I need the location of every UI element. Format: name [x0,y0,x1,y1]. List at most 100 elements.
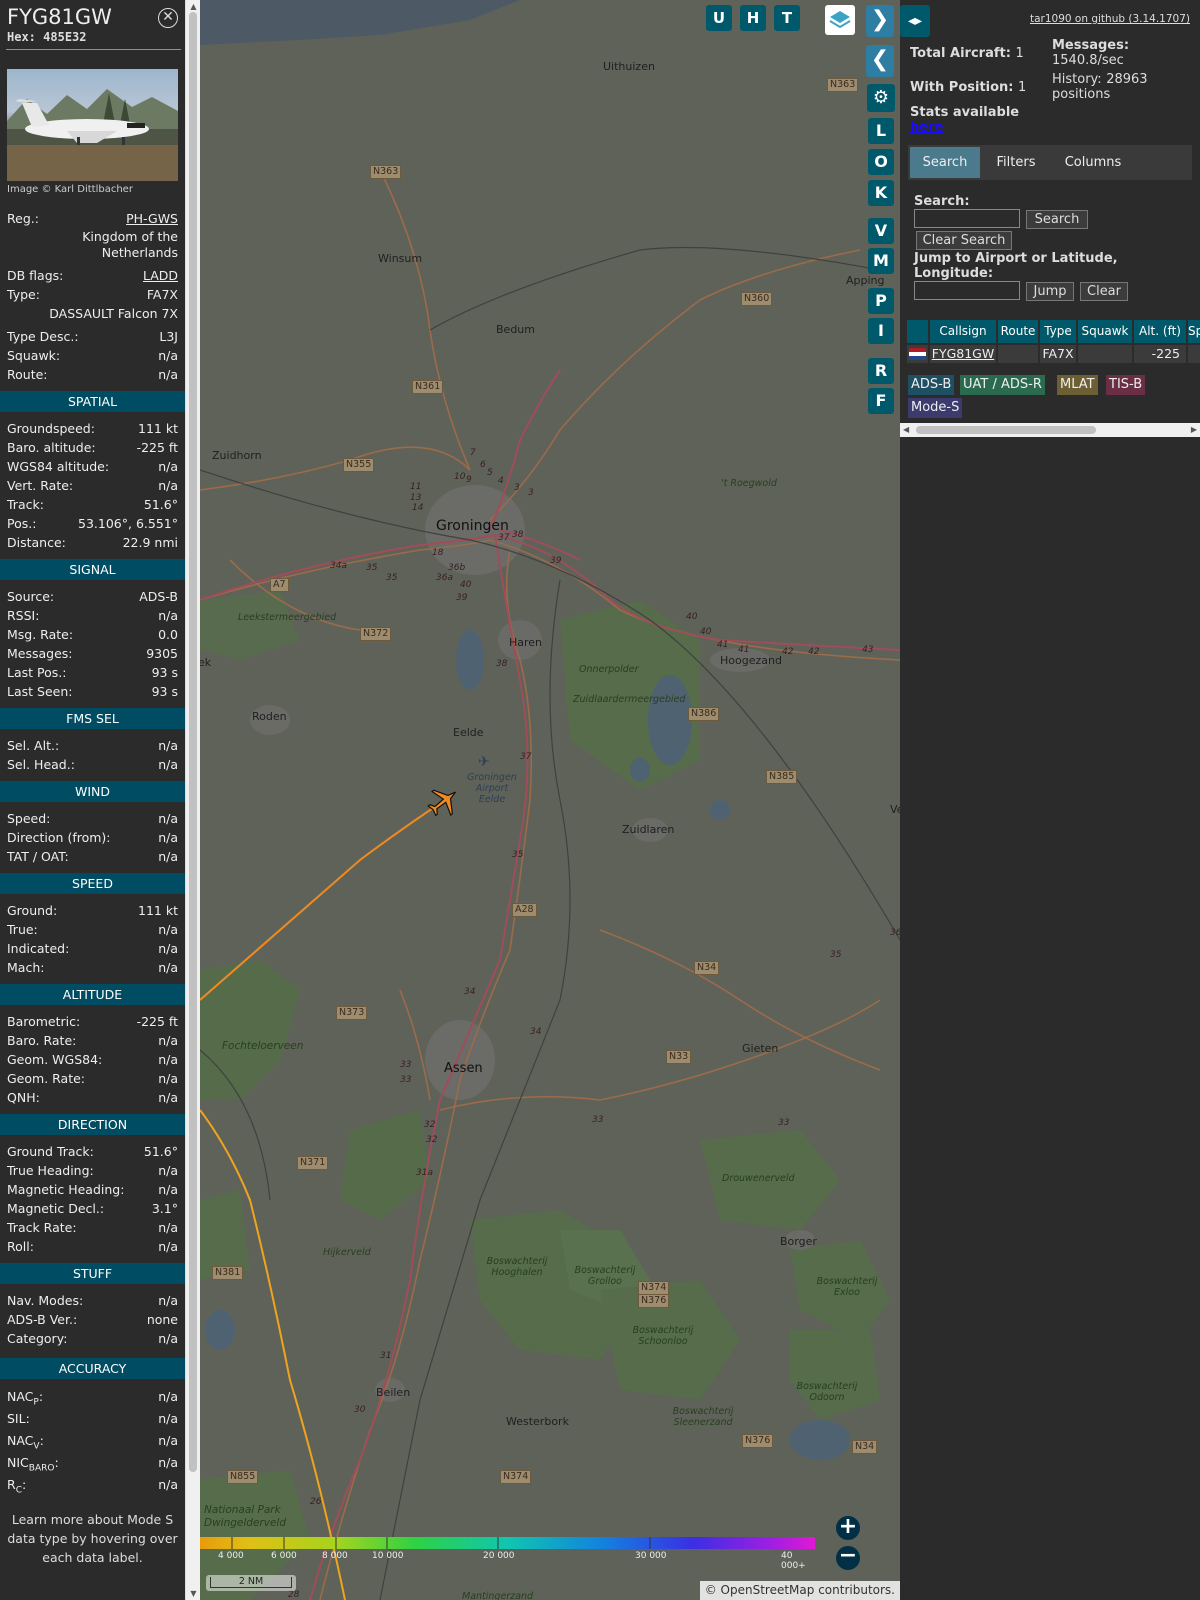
map-view[interactable]: Uithuizen Winsum Bedum Zuidhorn Groninge… [200,0,900,1600]
stuff-label: ADS-B Ver.: [7,1312,78,1327]
scrollbar-thumb[interactable] [189,12,197,1472]
junction-number: 31 [380,1351,392,1361]
column-header-squawk[interactable]: Squawk [1078,320,1132,343]
jump-label: Jump to Airport or Latitude, Longitude: [914,251,1118,281]
map-button-u[interactable]: U [706,5,732,31]
github-link[interactable]: tar1090 on github (3.14.1707) [1030,13,1190,25]
junction-number: 33 [592,1115,604,1125]
spatial-value: -225 ft [136,440,178,455]
map-button-f[interactable]: F [868,388,894,414]
clear-search-button[interactable]: Clear Search [916,231,1012,250]
dbflags-link[interactable]: LADD [143,266,178,285]
aircraft-photo-image [7,89,178,181]
jump-button[interactable]: Jump [1026,282,1074,301]
altitude-value: n/a [158,1071,178,1086]
typedesc-value: L3J [159,329,178,344]
legend-uat[interactable]: UAT / ADS-R [960,375,1045,395]
map-button-l[interactable]: L [868,118,894,144]
search-button[interactable]: Search [1026,210,1088,229]
scroll-right-icon[interactable]: ▶ [1191,425,1197,434]
altitude-row: Geom. WGS84: n/a [0,1050,185,1069]
rc-label: RC: [7,1477,27,1496]
column-header-type[interactable]: Type [1040,320,1076,343]
scroll-left-icon[interactable]: ◀ [903,425,909,434]
map-button-r[interactable]: R [868,358,894,384]
aircraft-photo[interactable] [7,69,178,181]
zoom-out-icon[interactable]: − [836,1545,860,1570]
expand-right-icon[interactable]: ❯ [866,5,894,37]
speed-value: 111 kt [138,903,178,918]
map-button-o[interactable]: O [868,149,894,175]
stats-link[interactable]: here [910,120,1019,135]
nic-value: n/a [158,1455,178,1470]
divider [6,49,181,50]
tab-filters[interactable]: Filters [984,147,1048,178]
junction-number: 36a [436,573,453,583]
direction-value: n/a [158,1220,178,1235]
row-callsign[interactable]: FYG81GW [930,345,996,363]
map-button-v[interactable]: V [868,218,894,244]
osm-link[interactable]: OpenStreetMap [721,1583,815,1597]
tab-columns[interactable]: Columns [1052,147,1134,178]
wind-row: Speed: n/a [0,809,185,828]
map-button-k[interactable]: K [868,180,894,206]
reg-row: Reg.: PH-GWS [0,209,185,228]
altitude-label: Geom. WGS84: [7,1052,103,1067]
map-button-m[interactable]: M [868,248,894,274]
close-icon[interactable]: ✕ [158,8,178,28]
spatial-label: Vert. Rate: [7,478,74,493]
with-position: With Position: 1 [910,80,1026,95]
legend-tisb[interactable]: TIS-B [1106,375,1146,395]
horizontal-scrollbar[interactable]: ◀ ▶ [900,423,1200,437]
clear-button[interactable]: Clear [1080,282,1128,301]
legend-adsb[interactable]: ADS-B [908,375,955,395]
jump-input[interactable] [914,281,1020,300]
collapse-left-icon[interactable]: ❮ [866,45,894,77]
column-header-altitude[interactable]: Alt. (ft) [1134,320,1186,343]
settings-gear-icon[interactable]: ⚙ [867,84,895,112]
nacp-value: n/a [158,1389,178,1404]
map-button-h[interactable]: H [740,5,766,31]
junction-number: 33 [778,1118,790,1128]
aircraft-marker-icon[interactable] [425,784,461,820]
reg-link[interactable]: PH-GWS [126,209,178,228]
squawk-label: Squawk: [7,348,61,363]
sil-value: n/a [158,1411,178,1426]
spatial-value: 53.106°, 6.551° [78,516,178,531]
toggle-layout-icon[interactable]: ◂▸ [900,5,930,37]
junction-number: 40 [700,627,712,637]
tab-search[interactable]: Search [910,147,980,178]
junction-number: 41 [717,640,729,650]
layers-icon[interactable] [825,5,855,35]
messages-value: 1540.8/sec [1052,53,1124,68]
junction-number: 30 [354,1405,366,1415]
legend-mlat[interactable]: MLAT [1057,375,1098,395]
rc-value: n/a [158,1477,178,1492]
search-input[interactable] [914,209,1020,228]
route-label: Route: [7,367,48,382]
row-route [998,345,1038,363]
signal-row: Msg. Rate: 0.0 [0,625,185,644]
map-button-t[interactable]: T [774,5,800,31]
dbflags-row: DB flags: LADD [0,266,185,285]
map-button-p[interactable]: P [868,288,894,314]
typedesc-row: Type Desc.: L3J [0,327,185,346]
column-header-route[interactable]: Route [998,320,1038,343]
speed-header: SPEED [0,873,185,894]
column-header-callsign[interactable]: Callsign [930,320,996,343]
column-header-speed[interactable]: Sp [1188,320,1200,343]
wind-label: Direction (from): [7,830,111,845]
scroll-down-icon[interactable]: ▼ [189,1589,198,1598]
spatial-row: Pos.: 53.106°, 6.551° [0,514,185,533]
map-button-i[interactable]: I [868,318,894,344]
legend-modes[interactable]: Mode-S [908,398,963,418]
junction-number: 43 [862,645,874,655]
direction-value: n/a [158,1182,178,1197]
info-scrollbar[interactable]: ▲ ▼ [185,0,200,1600]
zoom-in-icon[interactable]: + [836,1516,860,1540]
junction-number: 35 [830,950,842,960]
scroll-up-icon[interactable]: ▲ [189,2,198,11]
hscroll-thumb[interactable] [916,426,1096,434]
altitude-row: Baro. Rate: n/a [0,1031,185,1050]
junction-number: 26 [310,1497,322,1507]
